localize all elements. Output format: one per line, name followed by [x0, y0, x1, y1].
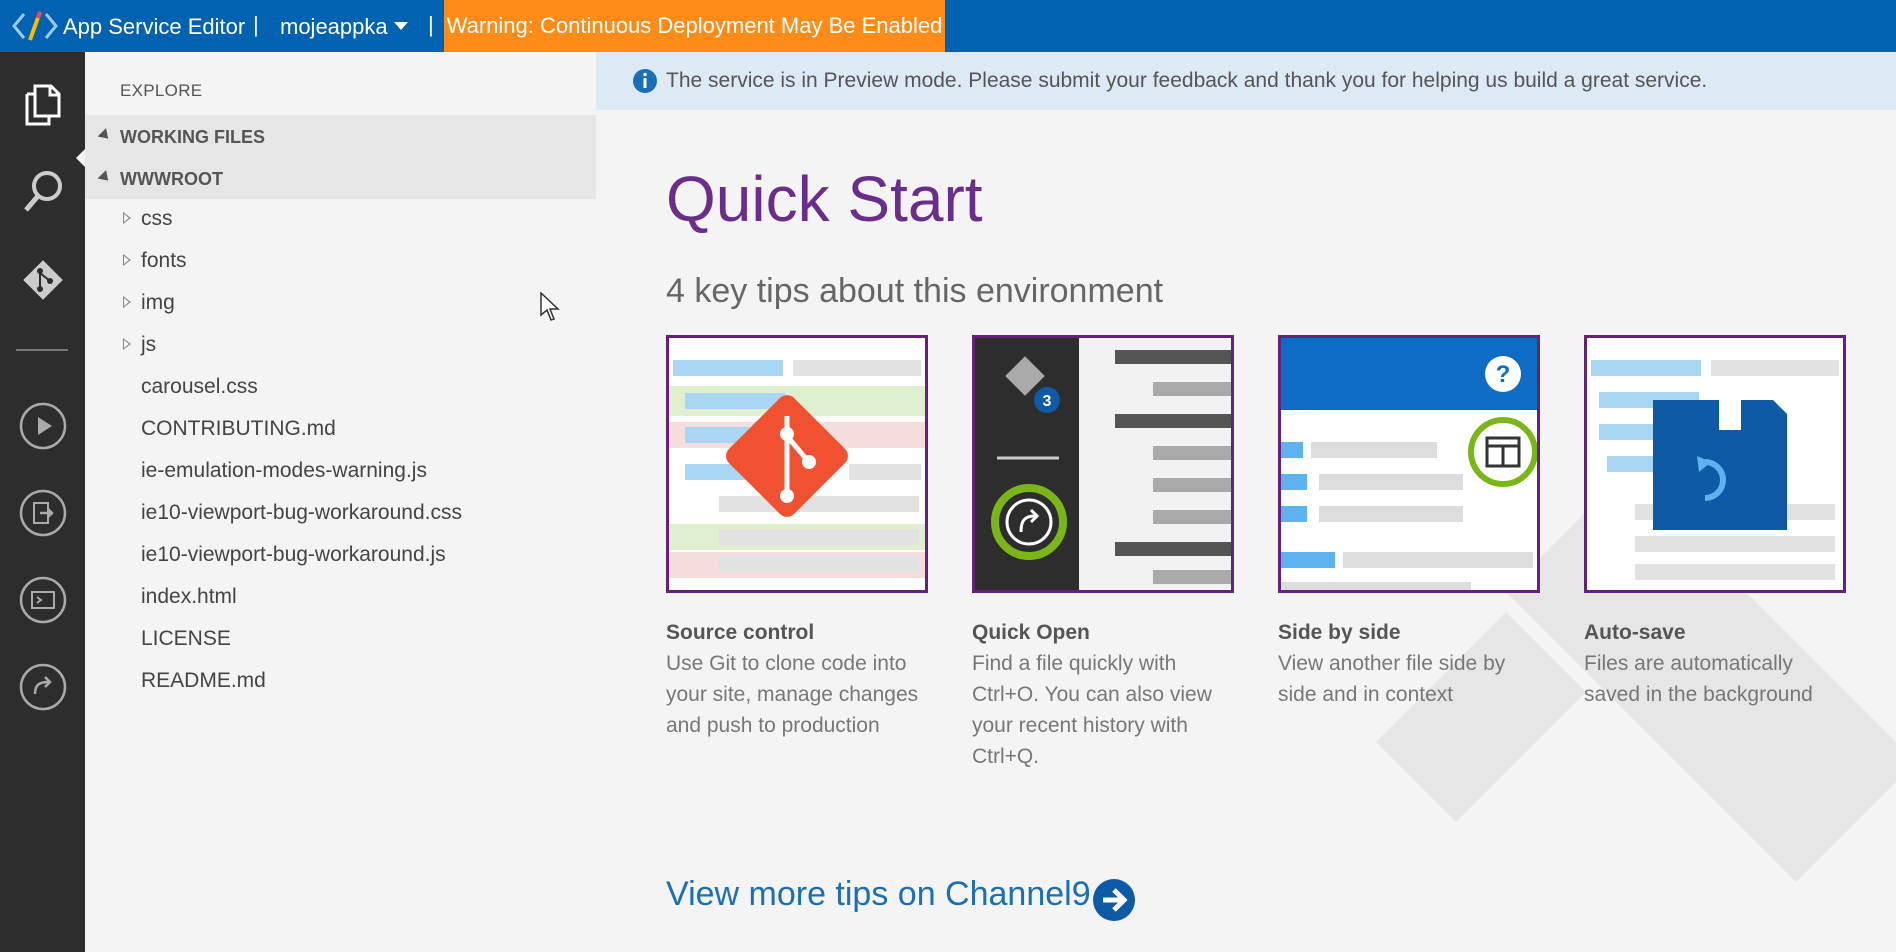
- folder-name: img: [141, 291, 175, 314]
- tip-description: Find a file quickly with Ctrl+O. You can…: [972, 652, 1212, 768]
- tree-folder-fonts[interactable]: fonts: [85, 241, 596, 283]
- tree-file[interactable]: index.html: [85, 577, 596, 619]
- file-name: ie10-viewport-bug-workaround.css: [141, 501, 462, 524]
- file-name: CONTRIBUTING.md: [141, 417, 336, 440]
- file-name: LICENSE: [141, 627, 231, 650]
- tip-description: Files are automatically saved in the bac…: [1584, 652, 1813, 706]
- top-bar: App Service Editor | mojeappka | Warning…: [0, 0, 1896, 52]
- expand-icon: [123, 338, 131, 350]
- tip-title: Quick Open: [972, 621, 1090, 644]
- tip-description: Use Git to clone code into your site, ma…: [666, 652, 919, 737]
- tree-file[interactable]: ie10-viewport-bug-workaround.js: [85, 535, 596, 577]
- open-site-icon[interactable]: [0, 662, 85, 712]
- tip-card-auto-save[interactable]: Auto-save Files are automatically saved …: [1584, 335, 1846, 710]
- expand-icon: [123, 254, 131, 266]
- history-count-badge: 3: [1043, 393, 1052, 410]
- output-icon[interactable]: [0, 488, 85, 538]
- expand-icon: [123, 296, 131, 308]
- explorer-icon[interactable]: [0, 82, 85, 128]
- working-files-label: WORKING FILES: [120, 127, 265, 147]
- tip-card-quick-open[interactable]: 3 Quick Open Find a file quickly with Ct…: [972, 335, 1234, 772]
- auto-save-thumbnail: [1584, 335, 1846, 593]
- tip-description: View another file side by side and in co…: [1278, 652, 1506, 706]
- tree-folder-css[interactable]: css: [85, 199, 596, 241]
- explorer-sidebar: EXPLORE WORKING FILES WWWROOT css fonts …: [85, 52, 596, 952]
- run-icon[interactable]: [0, 401, 85, 451]
- file-name: carousel.css: [141, 375, 258, 398]
- collapse-icon: [97, 128, 113, 143]
- quick-open-thumbnail: 3: [972, 335, 1234, 593]
- tree-file[interactable]: LICENSE: [85, 619, 596, 661]
- save-icon: [1591, 360, 1839, 580]
- tree-folder-js[interactable]: js: [85, 325, 596, 367]
- side-by-side-illustration-icon: ?: [1281, 338, 1537, 590]
- quick-start-subtitle: 4 key tips about this environment: [666, 272, 1164, 310]
- separator: |: [253, 12, 259, 37]
- tip-title: Source control: [666, 621, 815, 644]
- separator: |: [428, 12, 434, 37]
- git-icon: [669, 360, 925, 578]
- preview-info-bar: The service is in Preview mode. Please s…: [596, 52, 1896, 110]
- preview-info-text: The service is in Preview mode. Please s…: [666, 69, 1708, 92]
- tip-card-source-control[interactable]: Source control Use Git to clone code int…: [666, 335, 928, 741]
- site-name-dropdown[interactable]: mojeappka: [280, 14, 388, 40]
- tree-file[interactable]: carousel.css: [85, 367, 596, 409]
- quick-start-title: Quick Start: [666, 163, 983, 235]
- folder-name: css: [141, 207, 173, 230]
- wwwroot-header[interactable]: WWWROOT: [85, 157, 596, 199]
- folder-name: fonts: [141, 249, 187, 272]
- folder-name: js: [141, 333, 157, 356]
- file-name: README.md: [141, 669, 266, 692]
- search-icon[interactable]: [0, 168, 85, 214]
- arrow-right-icon[interactable]: [1092, 878, 1136, 922]
- expand-icon: [123, 212, 131, 224]
- working-files-header[interactable]: WORKING FILES: [85, 115, 596, 157]
- collapse-icon: [97, 170, 113, 185]
- activity-bar: [0, 52, 85, 952]
- tree-folder-img[interactable]: img: [85, 283, 596, 325]
- mouse-pointer-icon: [540, 292, 560, 321]
- tree-file[interactable]: ie10-viewport-bug-workaround.css: [85, 493, 596, 535]
- file-name: index.html: [141, 585, 237, 608]
- file-name: ie10-viewport-bug-workaround.js: [141, 543, 446, 566]
- tree-file[interactable]: README.md: [85, 661, 596, 703]
- quick-open-illustration-icon: 3: [975, 338, 1231, 590]
- tree-file[interactable]: CONTRIBUTING.md: [85, 409, 596, 451]
- tip-title: Side by side: [1278, 621, 1401, 644]
- editor-main: The service is in Preview mode. Please s…: [596, 52, 1896, 952]
- tip-title: Auto-save: [1584, 621, 1686, 644]
- git-icon[interactable]: [0, 257, 85, 303]
- svg-text:?: ?: [1496, 361, 1511, 388]
- active-view-pointer: [76, 149, 85, 167]
- tree-file[interactable]: ie-emulation-modes-warning.js: [85, 451, 596, 493]
- app-service-editor-logo-icon[interactable]: [10, 8, 60, 44]
- deployment-warning-banner[interactable]: Warning: Continuous Deployment May Be En…: [444, 0, 945, 52]
- source-control-thumbnail: [666, 335, 928, 593]
- console-icon[interactable]: [0, 575, 85, 625]
- activity-separator: [16, 349, 68, 351]
- file-name: ie-emulation-modes-warning.js: [141, 459, 427, 482]
- wwwroot-label: WWWROOT: [120, 169, 223, 189]
- app-title: App Service Editor: [63, 14, 246, 39]
- explore-title: EXPLORE: [120, 81, 203, 100]
- more-tips-link[interactable]: View more tips on Channel9: [666, 875, 1091, 914]
- tip-card-side-by-side[interactable]: ? Side by side View another file side by…: [1278, 335, 1540, 710]
- side-by-side-thumbnail: ?: [1278, 335, 1540, 593]
- info-icon: [633, 69, 657, 93]
- chevron-down-icon[interactable]: [393, 20, 409, 32]
